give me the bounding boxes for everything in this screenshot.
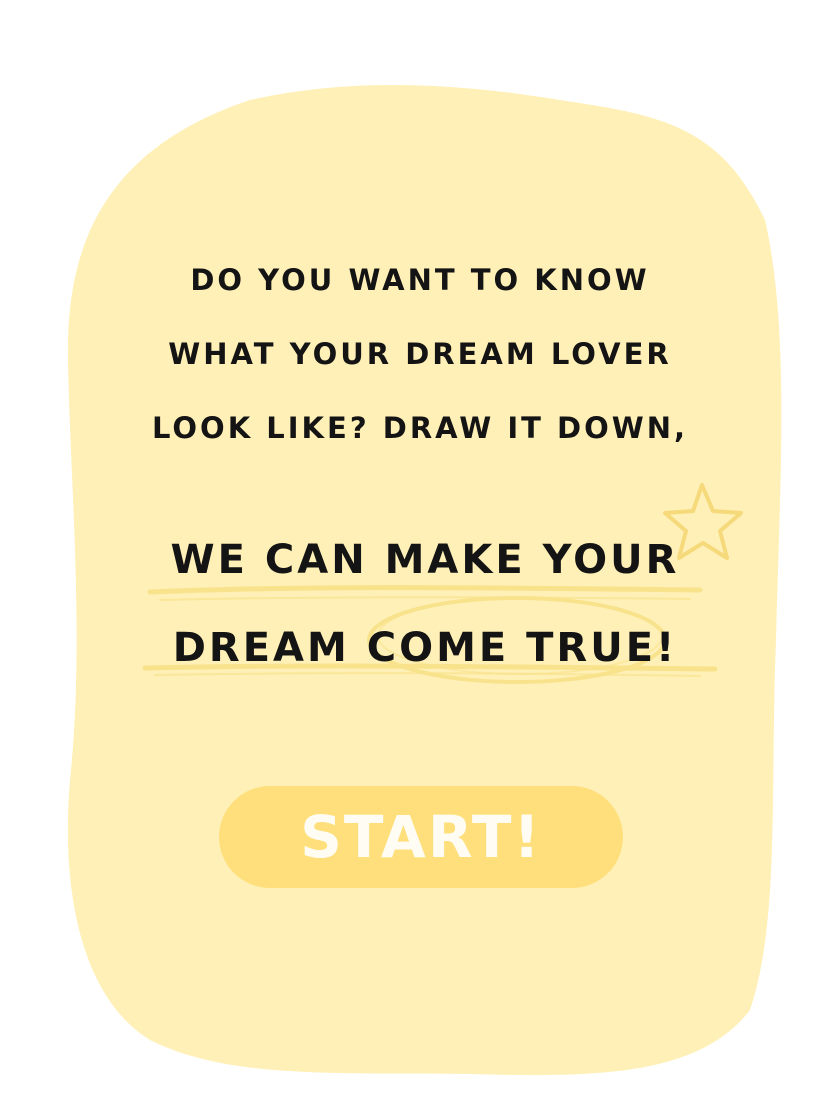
headline-line-2: DREAM COME TRUE! — [172, 625, 678, 671]
intro-line-1: DO YOU WANT TO KNOW — [190, 263, 650, 297]
start-button[interactable]: START! — [219, 786, 623, 888]
intro-line-2: WHAT YOUR DREAM LOVER — [168, 337, 672, 371]
intro-text: DO YOU WANT TO KNOW WHAT YOUR DREAM LOVE… — [120, 250, 720, 472]
headline-text: WE CAN MAKE YOUR DREAM COME TRUE! — [120, 525, 730, 701]
intro-line-3: LOOK LIKE? DRAW IT DOWN, — [151, 411, 689, 445]
landing-page: DO YOU WANT TO KNOW WHAT YOUR DREAM LOVE… — [0, 0, 834, 1112]
headline-line-1: WE CAN MAKE YOUR — [170, 537, 680, 583]
start-button-label: START! — [300, 803, 542, 871]
